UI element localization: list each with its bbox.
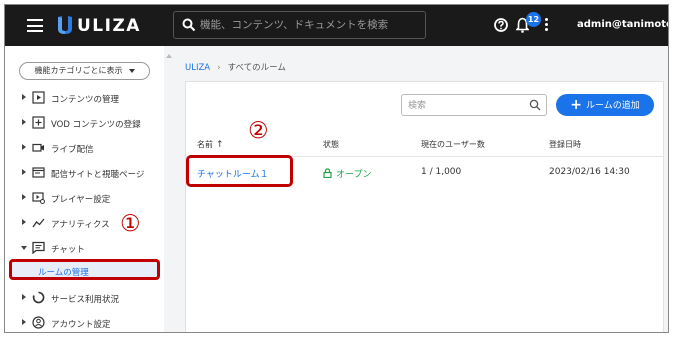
global-search[interactable] bbox=[173, 11, 426, 39]
column-header-name-label: 名前 bbox=[197, 140, 213, 149]
app-window: ULIZA 12 admin@tanimoto 機能カテゴリごとに表示 bbox=[4, 4, 669, 333]
sidebar-scrollbar[interactable] bbox=[164, 46, 173, 332]
help-icon[interactable] bbox=[494, 18, 508, 32]
notification-badge: 12 bbox=[526, 12, 541, 27]
lock-open-icon bbox=[323, 168, 332, 178]
chevron-right-icon bbox=[22, 119, 26, 125]
menu-icon[interactable] bbox=[27, 19, 43, 32]
sidebar-item-usage[interactable]: サービス利用状況 bbox=[5, 288, 164, 308]
column-header-name[interactable]: 名前 ↑ bbox=[197, 139, 224, 150]
top-bar: ULIZA 12 admin@tanimoto bbox=[5, 5, 668, 46]
chevron-right-icon bbox=[22, 219, 26, 225]
sidebar-item-label: VOD コンテンツの登録 bbox=[51, 120, 141, 130]
chevron-right-icon bbox=[22, 319, 26, 325]
sidebar-item-room-management[interactable]: ルームの管理 bbox=[9, 259, 160, 280]
sidebar-item-label: ライブ配信 bbox=[51, 145, 94, 155]
room-status: オープン bbox=[323, 167, 371, 180]
sidebar-item-vod-register[interactable]: VOD コンテンツの登録 bbox=[5, 113, 164, 133]
sidebar: 機能カテゴリごとに表示 コンテンツの管理 VOD コンテンツの登録 ライブ配信 … bbox=[5, 46, 164, 332]
view-toggle-label: 機能カテゴリごとに表示 bbox=[34, 66, 123, 75]
sidebar-item-label: サービス利用状況 bbox=[51, 295, 120, 305]
content-icon bbox=[32, 91, 45, 104]
chevron-down-icon bbox=[21, 246, 27, 250]
sidebar-item-label: プレイヤー設定 bbox=[51, 195, 111, 205]
room-list-card: +ルームの追加 ② 名前↑ 状態 現在のユーザー数 登録日時 チャットルーム１ … bbox=[185, 81, 664, 332]
search-icon bbox=[182, 18, 196, 32]
sidebar-item-sites[interactable]: 配信サイトと視聴ページ bbox=[5, 163, 164, 183]
live-camera-icon bbox=[32, 143, 44, 152]
room-user-count: 1 / 1,000 bbox=[421, 167, 462, 177]
chevron-right-icon bbox=[22, 144, 26, 150]
room-search-box[interactable] bbox=[401, 94, 547, 116]
chevron-right-icon bbox=[22, 94, 26, 100]
column-header-date: 登録日時 bbox=[549, 140, 581, 149]
sidebar-item-label: コンテンツの管理 bbox=[51, 95, 120, 105]
site-icon bbox=[32, 167, 45, 178]
sidebar-item-label: 配信サイトと視聴ページ bbox=[51, 170, 145, 180]
more-vert-icon[interactable] bbox=[545, 18, 549, 33]
sidebar-item-chat[interactable]: チャット bbox=[5, 238, 164, 258]
caret-down-icon bbox=[128, 68, 135, 73]
add-box-icon bbox=[32, 116, 45, 129]
search-icon[interactable] bbox=[529, 99, 541, 111]
room-search-input[interactable] bbox=[408, 99, 523, 112]
sidebar-item-player[interactable]: プレイヤー設定 bbox=[5, 188, 164, 208]
sidebar-item-label: アカウント設定 bbox=[51, 320, 111, 330]
user-name[interactable]: admin@tanimoto bbox=[577, 19, 668, 30]
sidebar-item-live[interactable]: ライブ配信 bbox=[5, 138, 164, 158]
annotation-marker-two: ② bbox=[248, 118, 269, 144]
chevron-right-icon bbox=[22, 194, 26, 200]
room-created-date: 2023/02/16 14:30 bbox=[549, 167, 630, 177]
column-header-status: 状態 bbox=[323, 140, 339, 149]
main-content: ULIZA›すべてのルーム +ルームの追加 ② 名前↑ 状態 現在のユーザー数 … bbox=[173, 46, 668, 332]
chevron-right-icon bbox=[22, 294, 26, 300]
room-status-label: オープン bbox=[336, 170, 372, 180]
sort-ascending-icon: ↑ bbox=[216, 140, 224, 150]
breadcrumb-separator: › bbox=[217, 63, 221, 73]
annotation-marker-one: ① bbox=[120, 211, 141, 237]
chat-icon bbox=[32, 241, 45, 254]
analytics-icon bbox=[32, 218, 45, 228]
sidebar-item-content[interactable]: コンテンツの管理 bbox=[5, 88, 164, 108]
logo-text: ULIZA bbox=[77, 16, 141, 36]
plus-icon: + bbox=[570, 97, 582, 113]
sidebar-subitem-label: ルームの管理 bbox=[38, 268, 89, 278]
sidebar-item-account[interactable]: アカウント設定 bbox=[5, 313, 164, 332]
add-room-button[interactable]: + ルームの追加 bbox=[556, 94, 654, 116]
player-settings-icon bbox=[32, 192, 45, 204]
view-toggle-dropdown[interactable]: 機能カテゴリごとに表示 bbox=[19, 62, 150, 80]
breadcrumb: ULIZA › すべてのルーム bbox=[185, 61, 286, 73]
sidebar-item-label: チャット bbox=[51, 245, 85, 255]
usage-icon bbox=[32, 291, 45, 304]
chevron-right-icon bbox=[22, 169, 26, 175]
room-name-link[interactable]: チャットルーム１ bbox=[197, 167, 269, 180]
breadcrumb-home-link[interactable]: ULIZA bbox=[185, 63, 210, 73]
add-room-label: ルームの追加 bbox=[586, 101, 640, 111]
sidebar-item-label: アナリティクス bbox=[51, 220, 110, 230]
column-header-users: 現在のユーザー数 bbox=[421, 140, 485, 149]
uliza-logo-icon bbox=[58, 16, 72, 34]
global-search-input[interactable] bbox=[200, 16, 420, 34]
account-icon bbox=[32, 316, 45, 329]
breadcrumb-current: すべてのルーム bbox=[227, 63, 286, 73]
scroll-up-icon bbox=[166, 54, 172, 58]
